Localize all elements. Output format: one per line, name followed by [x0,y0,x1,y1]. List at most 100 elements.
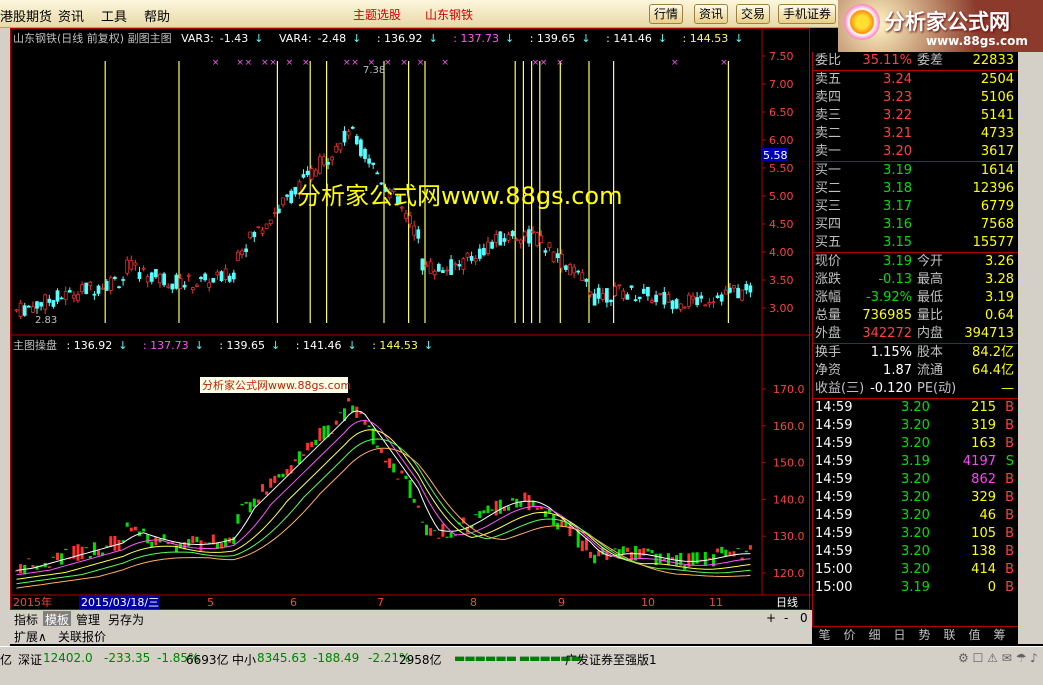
linked-quote-button[interactable]: 关联报价 [58,628,106,645]
bid-label: 买一 [815,163,842,178]
candle-body [47,298,52,303]
candle-body [178,278,183,289]
sub-candle [310,441,314,448]
bid-row[interactable]: 买一 3.19 1614 [813,162,1018,180]
sub-candle [646,548,650,552]
candle-body [502,238,507,242]
notice-theme[interactable]: 主题选股 [353,6,401,23]
signal-marker: × [400,58,408,68]
candle-body [740,289,745,301]
tab-mobile[interactable]: 手机证券 [778,4,837,24]
stat-label: 涨幅 [815,290,842,305]
candle-body [260,229,265,234]
candle-body [744,283,749,291]
main-y-label: 3.50 [769,274,794,287]
sub-candle [625,547,629,552]
sz-label[interactable]: 深证 [18,651,42,668]
sub-candle [199,540,203,551]
chart-area[interactable]: 山东钢铁(日线 前复权) 副图主图 VAR3: -1.43 ↓ VAR4: -2.48… [10,28,811,611]
quote-panel: 委比 35.11% 委差 22833 卖五 3.24 2504 卖四 3.23 5106 卖… [812,52,1018,626]
bid-row[interactable]: 买三 3.17 6779 [813,198,1018,216]
candle-body [600,293,605,300]
broker-name: 广发证券至强版1 [565,653,657,667]
tab-quotes[interactable]: 行情 [649,4,684,24]
tab-trade[interactable]: 交易 [736,4,771,24]
indicator-toolbar: 指标 模板 管理 另存为 + - 0 [10,610,812,628]
tab-trades[interactable]: 笔 [812,627,837,644]
expand-button[interactable]: 扩展∧ [14,628,47,645]
stat-label: 流通 [917,363,944,378]
tab-detail[interactable]: 细 [862,627,887,644]
tick-time: 14:59 [815,400,853,415]
candle-body [707,302,712,305]
menu-tools[interactable]: 工具 [101,6,127,25]
sub-candle [408,480,412,498]
sub-candle [535,507,539,510]
high-label: 7.38 [363,65,385,76]
candle-body [662,291,667,305]
tab-chips[interactable]: 筹 [987,627,1012,644]
sub-ma2-value: : 137.73 ↓ [142,339,204,352]
candle-body [63,291,68,301]
candle-body [219,271,224,282]
sub-candle [187,539,191,547]
tick-list[interactable]: 14:59 3.20 215 B 14:59 3.20 319 B 14:59 3.20 163 B 1… [813,399,1018,597]
menu-help[interactable]: 帮助 [144,6,170,25]
stat-label: 外盘 [815,326,842,341]
sub-candle [56,552,59,561]
tick-row: 14:59 3.20 329 B [813,489,1018,507]
candle-body [453,263,458,266]
ask-row[interactable]: 卖二 3.21 4733 [813,125,1018,143]
zx-label[interactable]: 中小 [232,651,256,668]
x-month-8: 8 [470,596,477,609]
tab-news[interactable]: 资讯 [694,4,729,24]
stat-row: 总量 736985 量比 0.64 [813,307,1018,325]
ask-row[interactable]: 卖四 3.23 5106 [813,89,1018,107]
tab-linked[interactable]: 联 [937,627,962,644]
right-scrollbar[interactable] [1018,52,1043,644]
kline-chart[interactable]: 7.50 7.00 6.50 6.00 5.50 5.00 4.50 4.00 3.50 3.00… [11,29,811,611]
sub-candle [716,548,720,553]
ask-row[interactable]: 卖三 3.22 5141 [813,107,1018,125]
sub-ma5-value: : 144.53 ↓ [372,339,434,352]
tab-daily[interactable]: 日 [887,627,912,644]
zoom-in-button[interactable]: + [766,611,776,625]
candle-body [248,231,253,239]
main-y-label: 7.50 [769,50,794,63]
tab-price[interactable]: 价 [837,627,862,644]
bid-label: 买四 [815,217,842,232]
signal-marker: × [212,58,220,68]
tick-time: 15:00 [815,562,853,577]
sub-candle [105,545,109,547]
sub-candle [744,550,748,553]
menu-news[interactable]: 资讯 [58,6,84,25]
candle-body [43,294,48,310]
zoom-out-button[interactable]: - [784,611,788,625]
sub-candle [707,557,711,559]
menu-hk-futures[interactable]: 港股期货 [0,6,52,25]
candle-body [149,272,154,282]
ask-row[interactable]: 卖一 3.20 3617 [813,143,1018,161]
candle-body [330,156,335,161]
sub-candle [580,540,584,552]
sub-candle [474,514,478,516]
bid-row[interactable]: 买二 3.18 12396 [813,180,1018,198]
main-y-ticks: 7.50 7.00 6.50 6.00 5.50 5.00 4.50 4.00 3.50 3.00 [762,50,794,315]
tab-value[interactable]: 值 [962,627,987,644]
sub-candle [269,478,273,488]
candle-body [264,223,269,229]
sub-candle [154,536,158,546]
zoom-reset-button[interactable]: 0 [800,611,808,625]
price-marker: 5.58 [763,149,788,162]
ask-row[interactable]: 卖五 3.24 2504 [813,71,1018,89]
x-month-10: 10 [641,596,655,609]
stat-row: 收益(三) -0.120 PE(动) — [813,380,1018,398]
bid-volume: 7568 [980,217,1014,232]
notice-stock[interactable]: 山东钢铁 [425,6,473,23]
bid-row[interactable]: 买四 3.16 7568 [813,216,1018,234]
candle-body [723,289,728,295]
stat-value: -0.120 [870,381,912,396]
candle-body [715,295,720,299]
tab-trend[interactable]: 势 [912,627,937,644]
bid-row[interactable]: 买五 3.15 15577 [813,234,1018,252]
